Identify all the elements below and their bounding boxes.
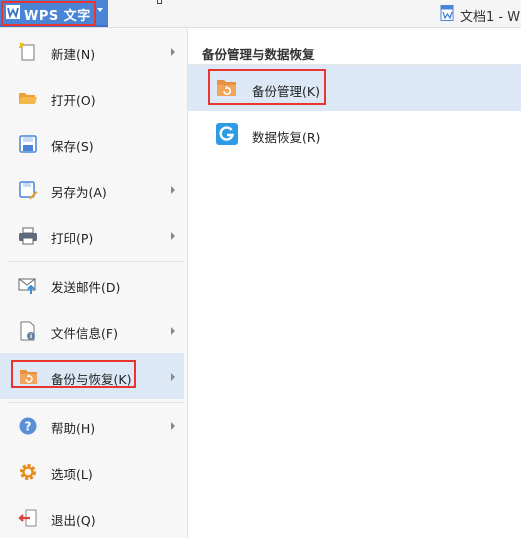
menu-item-backup-restore[interactable]: 备份与恢复(K) <box>0 353 184 399</box>
data-recovery-icon <box>216 123 238 145</box>
printer-icon <box>19 227 37 245</box>
open-folder-icon <box>19 93 37 104</box>
options-gear-icon <box>20 464 36 480</box>
menu-item-print[interactable]: 打印(P) <box>0 212 184 258</box>
menu-item-new[interactable]: 新建(N) <box>0 28 184 74</box>
svg-text:?: ? <box>25 420 32 434</box>
tab-marker <box>157 0 162 4</box>
menu-item-label: 发送邮件(D) <box>51 280 121 295</box>
chevron-right-icon <box>171 373 175 381</box>
menu-item-label: 文件信息(F) <box>51 326 118 341</box>
chevron-right-icon <box>171 422 175 430</box>
panel-item-data-recovery[interactable]: 数据恢复(R) <box>188 111 521 157</box>
highlight-box <box>208 69 326 105</box>
title-bar: WPS 文字 文档1 - WP <box>0 0 521 28</box>
menu-item-save-as[interactable]: 另存为(A) <box>0 166 184 212</box>
menu-item-label: 保存(S) <box>51 139 94 154</box>
menu-item-send-mail[interactable]: 发送邮件(D) <box>0 261 184 307</box>
menu-item-options[interactable]: 选项(L) <box>0 448 184 494</box>
menu-item-label: 打印(P) <box>51 231 94 246</box>
document-title: 文档1 - WP <box>460 10 521 25</box>
save-as-icon <box>19 181 38 200</box>
menu-item-label: 退出(Q) <box>51 513 96 528</box>
menu-item-label: 打开(O) <box>51 93 96 108</box>
exit-icon <box>18 509 37 527</box>
menu-item-file-info[interactable]: 文件信息(F) <box>0 307 184 353</box>
panel-title: 备份管理与数据恢复 <box>202 47 315 62</box>
menu-item-label: 选项(L) <box>51 467 93 482</box>
chevron-right-icon <box>171 48 175 56</box>
highlight-box <box>11 360 136 388</box>
document-icon <box>440 5 454 21</box>
new-document-icon <box>19 42 35 61</box>
chevron-down-icon <box>97 8 103 12</box>
mail-send-icon <box>18 278 36 294</box>
save-icon <box>19 135 37 153</box>
menu-item-save[interactable]: 保存(S) <box>0 120 184 166</box>
menu-item-exit[interactable]: 退出(Q) <box>0 494 184 540</box>
file-info-icon <box>20 321 35 341</box>
app-menu-button[interactable]: WPS 文字 <box>0 0 108 27</box>
file-menu: 新建(N) 打开(O) 保存(S) 另存为(A) 打印(P) 发送邮件(D) 文… <box>0 28 188 538</box>
menu-item-help[interactable]: ? 帮助(H) <box>0 402 184 448</box>
menu-item-label: 帮助(H) <box>51 421 96 436</box>
help-icon: ? <box>19 417 37 435</box>
chevron-right-icon <box>171 232 175 240</box>
highlight-box <box>1 1 96 26</box>
submenu-panel: 备份管理与数据恢复 备份管理(K) 数据恢复(R) <box>188 28 521 538</box>
panel-item-backup-management[interactable]: 备份管理(K) <box>188 65 521 111</box>
menu-item-open[interactable]: 打开(O) <box>0 74 184 120</box>
menu-item-label: 另存为(A) <box>51 185 107 200</box>
chevron-right-icon <box>171 186 175 194</box>
panel-item-label: 数据恢复(R) <box>252 130 321 145</box>
chevron-right-icon <box>171 327 175 335</box>
menu-item-label: 新建(N) <box>51 47 96 62</box>
